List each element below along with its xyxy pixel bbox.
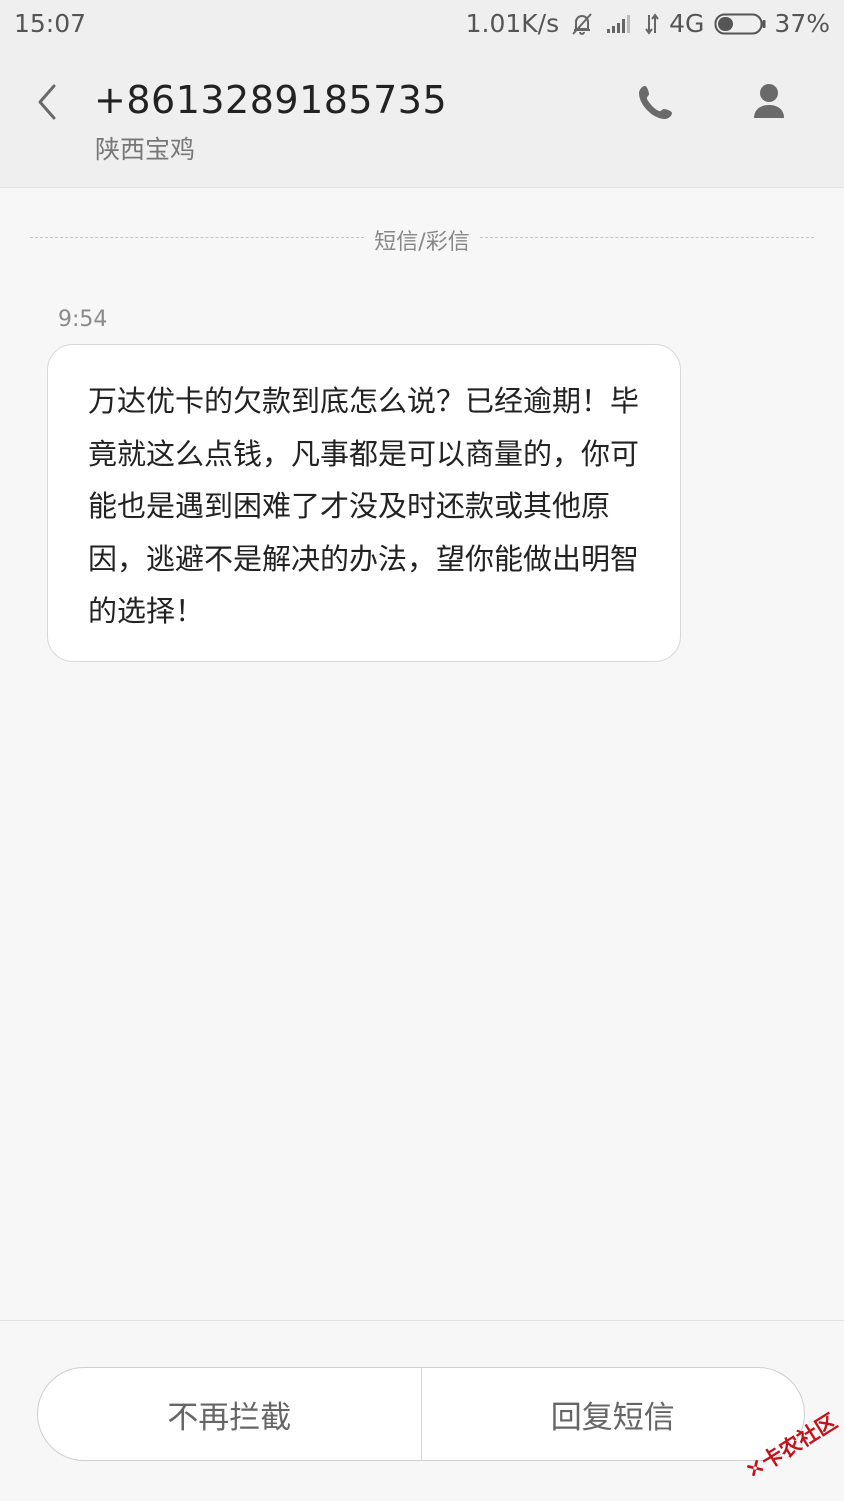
- person-icon: [754, 84, 784, 118]
- status-icons: 1.01K/s 4G 37%: [466, 9, 830, 38]
- action-button-group: 不再拦截 回复短信: [37, 1367, 805, 1461]
- divider-line: [480, 237, 814, 238]
- divider-line: [30, 237, 364, 238]
- message-text: 万达优卡的欠款到底怎么说？已经逾期！毕竟就这么点钱，凡事都是可以商量的，你可能也…: [88, 384, 640, 628]
- contact-info-button[interactable]: [748, 82, 790, 122]
- bottom-action-bar: 不再拦截 回复短信: [0, 1320, 844, 1501]
- net-speed: 1.01K/s: [465, 9, 560, 38]
- status-time: 15:07: [14, 9, 87, 38]
- contact-phone-number: +8613289185735: [94, 78, 448, 122]
- call-button[interactable]: [636, 82, 676, 122]
- battery-percent: 37%: [774, 9, 830, 38]
- unblock-button[interactable]: 不再拦截: [38, 1368, 421, 1460]
- network-type: 4G: [669, 9, 705, 38]
- battery-icon: [714, 12, 768, 36]
- conversation-header: +8613289185735 陕西宝鸡: [0, 50, 844, 188]
- incoming-message-bubble[interactable]: 万达优卡的欠款到底怎么说？已经逾期！毕竟就这么点钱，凡事都是可以商量的，你可能也…: [47, 344, 681, 662]
- status-bar: 15:07 1.01K/s 4G 37%: [0, 0, 844, 50]
- back-button[interactable]: [28, 80, 68, 124]
- mute-bell-icon: [569, 11, 595, 37]
- channel-divider: 短信/彩信: [30, 224, 814, 255]
- data-arrows-icon: [645, 12, 659, 36]
- battery-indicator: 37%: [714, 9, 830, 38]
- phone-icon: [639, 86, 672, 119]
- contact-location: 陕西宝鸡: [95, 135, 196, 164]
- chevron-left-icon: [38, 84, 56, 120]
- message-timestamp: 9:54: [58, 307, 108, 332]
- signal-icon: [605, 13, 635, 35]
- channel-label: 短信/彩信: [374, 230, 470, 255]
